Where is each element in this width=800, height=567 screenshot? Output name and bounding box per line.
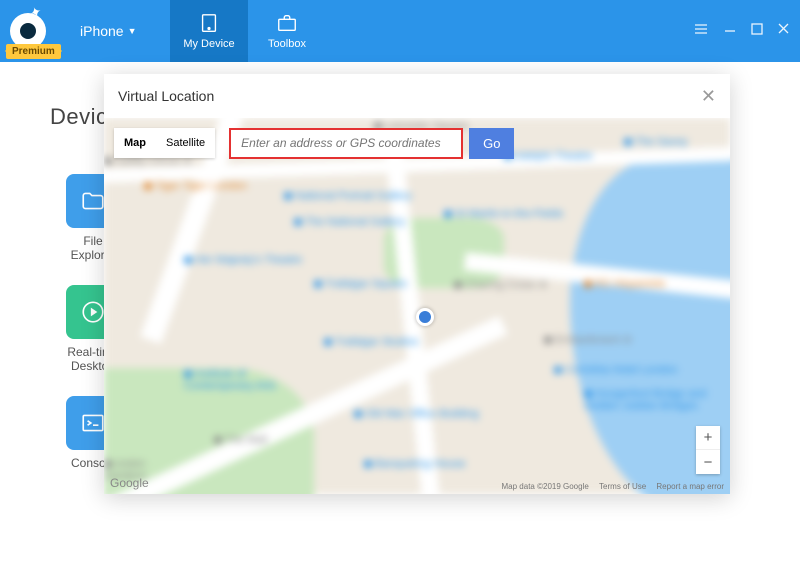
map-poi: Trafalgar Studios [324,336,418,348]
map-poi: Charing Cross ⊖ [454,278,548,291]
main-tabs: My Device Toolbox [170,0,326,62]
zoom-out-button[interactable]: − [696,450,720,474]
map-poi: Trafalgar Square [314,278,407,290]
modal-close-icon[interactable]: ✕ [701,86,716,107]
map-poi: St Martin-in-the-Fields [444,208,563,220]
go-button[interactable]: Go [469,128,514,159]
map-poi: The National Gallery [294,216,405,228]
premium-badge: Premium [6,44,61,59]
zoom-controls: + − [696,426,720,474]
map-poi: Institute ofContemporary Arts [184,368,276,392]
topbar: ✦ Premium iPhone ▼ My Device Toolbox [0,0,800,62]
map-poi: The Mall [214,434,267,446]
maximize-icon[interactable] [751,22,763,40]
map-poi: Banqueting House [364,458,466,470]
map-poi: Corinthia Hotel London [554,364,678,376]
map-poi: Tiger Tiger London [144,180,247,192]
modal-header: Virtual Location ✕ [104,74,730,118]
logo-area: ✦ Premium iPhone ▼ [0,0,170,62]
device-selector-label: iPhone [80,23,124,39]
location-search-input[interactable] [231,130,461,157]
modal-title: Virtual Location [118,88,214,104]
tab-my-device[interactable]: My Device [170,0,248,62]
google-logo: Google [110,476,149,490]
menu-icon[interactable] [693,21,709,42]
map-poi: Her Majesty's Theatre [184,254,302,266]
map-type-map[interactable]: Map [114,128,156,158]
map-poi: Embankment ⊖ [544,333,632,346]
zoom-in-button[interactable]: + [696,426,720,450]
close-icon[interactable] [777,22,790,40]
tablet-icon [198,12,220,34]
map-terms-link[interactable]: Terms of Use [599,482,646,491]
virtual-location-modal: Virtual Location ✕ Leicester SquareThe S… [104,74,730,494]
map-type-satellite[interactable]: Satellite [156,128,215,158]
tab-label: My Device [183,38,234,50]
tab-toolbox[interactable]: Toolbox [248,0,326,62]
chevron-down-icon: ▼ [128,26,137,36]
map-poi: RS Hispaniola [584,278,665,290]
window-controls [693,0,800,62]
map-footer: Map data ©2019 Google Terms of Use Repor… [494,482,724,491]
map-poi: The Savoy [624,136,688,148]
map-canvas[interactable]: Leicester SquareThe SavoyAdelphi Theatre… [104,118,730,494]
map-top-controls: Map Satellite Go [114,128,514,158]
location-pin-icon [416,308,434,326]
map-poi: National Portrait Gallery [284,190,412,202]
search-highlight [229,128,463,159]
map-poi: Old War Office Building [354,408,479,420]
map-report-link[interactable]: Report a map error [656,482,724,491]
briefcase-icon [276,12,298,34]
map-background: Leicester SquareThe SavoyAdelphi Theatre… [104,118,730,494]
tab-label: Toolbox [268,38,306,50]
map-attribution: Map data ©2019 Google [502,482,589,491]
map-type-switch: Map Satellite [114,128,215,158]
minimize-icon[interactable] [723,22,737,41]
map-poi: Adelphi Theatre [504,150,592,162]
device-selector[interactable]: iPhone ▼ [80,23,137,39]
map-poi: Hungerford Bridge andGolden Jubilee Brid… [584,388,706,412]
